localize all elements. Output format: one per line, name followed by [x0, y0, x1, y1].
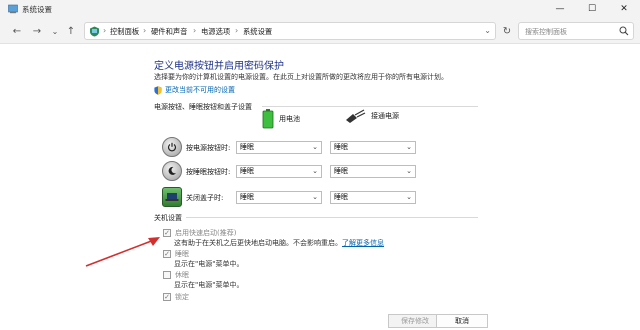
control-panel-icon [90, 26, 99, 37]
fast-startup-description: 这有助于在关机之后更快地启动电脑。不会影响重启。了解更多信息 [174, 238, 384, 248]
power-plug-icon [346, 109, 366, 123]
uac-shield-icon [154, 85, 162, 95]
sleep-checkbox[interactable]: ✓ [163, 250, 171, 258]
section-divider [186, 217, 478, 218]
chevron-down-icon: ⌄ [312, 193, 318, 201]
navigation-bar: ← → ⌄ ↑ › 控制面板 › 硬件和声音 › 电源选项 › 系统设置 ⌄ ↻… [0, 18, 640, 44]
hibernate-checkbox[interactable] [163, 271, 171, 279]
power-button-battery-select[interactable]: 睡眠 ⌄ [236, 141, 322, 154]
fast-startup-desc-text: 这有助于在关机之后更快地启动电脑。不会影响重启。 [174, 239, 342, 247]
page-title: 定义电源按钮并启用密码保护 [154, 61, 284, 72]
close-lid-battery-select[interactable]: 睡眠 ⌄ [236, 191, 322, 204]
select-value: 睡眠 [334, 143, 348, 151]
close-lid-plugged-select[interactable]: 睡眠 ⌄ [330, 191, 416, 204]
power-button-icon [162, 137, 182, 157]
cancel-button[interactable]: 取消 [436, 314, 488, 328]
search-icon [619, 26, 629, 36]
chevron-down-icon: ⌄ [406, 193, 412, 201]
breadcrumb-separator: › [235, 26, 239, 35]
sleep-button-plugged-select[interactable]: 睡眠 ⌄ [330, 165, 416, 178]
window-title: 系统设置 [22, 5, 52, 14]
plugged-column-header: 接通电源 [344, 109, 399, 123]
breadcrumb-separator: › [193, 26, 197, 35]
control-panel-icon [8, 4, 18, 14]
breadcrumb-hardware-sound[interactable]: 硬件和声音 [151, 27, 187, 37]
power-button-label: 按电源按钮时: [186, 144, 231, 152]
battery-label: 用电池 [279, 115, 300, 123]
select-value: 睡眠 [240, 167, 254, 175]
sleep-button-icon [162, 161, 182, 181]
plugged-label: 接通电源 [371, 112, 399, 120]
forward-arrow-icon[interactable]: → [30, 24, 44, 38]
up-arrow-icon[interactable]: ↑ [64, 24, 78, 38]
search-box[interactable]: 搜索控制面板 [518, 22, 634, 40]
chevron-down-icon: ⌄ [406, 167, 412, 175]
battery-column-header: 用电池 [262, 109, 300, 129]
title-bar: 系统设置 — ☐ ✕ [0, 0, 640, 18]
recent-dropdown-icon[interactable]: ⌄ [48, 24, 62, 38]
refresh-icon[interactable]: ↻ [500, 24, 514, 38]
select-value: 睡眠 [334, 167, 348, 175]
chevron-down-icon: ⌄ [312, 143, 318, 151]
select-value: 睡眠 [240, 143, 254, 151]
lock-option[interactable]: ✓ 锁定 [163, 292, 189, 302]
back-arrow-icon[interactable]: ← [10, 24, 24, 38]
sleep-option[interactable]: ✓ 睡眠 [163, 249, 189, 259]
fast-startup-label: 启用快速启动(推荐) [175, 229, 237, 237]
page-description: 选择要为你的计算机设置的电源设置。在此页上对设置所做的更改将应用于你的所有电源计… [154, 73, 448, 81]
main-content: 定义电源按钮并启用密码保护 选择要为你的计算机设置的电源设置。在此页上对设置所做… [0, 45, 640, 330]
save-changes-button[interactable]: 保存修改 [388, 314, 442, 328]
sleep-button-battery-select[interactable]: 睡眠 ⌄ [236, 165, 322, 178]
close-button[interactable]: ✕ [608, 0, 640, 18]
fast-startup-option[interactable]: ✓ 启用快速启动(推荐) [163, 228, 236, 238]
sleep-description: 显示在"电源"菜单中。 [174, 260, 244, 268]
chevron-down-icon: ⌄ [312, 167, 318, 175]
breadcrumb-separator: › [103, 26, 107, 35]
sleep-button-label: 按睡眠按钮时: [186, 168, 231, 176]
shutdown-section-title: 关机设置 [154, 214, 182, 222]
address-bar[interactable]: › 控制面板 › 硬件和声音 › 电源选项 › 系统设置 ⌄ [84, 22, 496, 40]
lock-checkbox[interactable]: ✓ [163, 293, 171, 301]
close-lid-label: 关闭盖子时: [186, 194, 224, 202]
hibernate-label: 休眠 [175, 271, 189, 279]
power-section-title: 电源按钮、睡眠按钮和盖子设置 [154, 103, 252, 111]
change-settings-label: 更改当前不可用的设置 [165, 86, 235, 94]
breadcrumb-control-panel[interactable]: 控制面板 [110, 27, 139, 37]
select-value: 睡眠 [334, 193, 348, 201]
maximize-button[interactable]: ☐ [576, 0, 608, 18]
search-placeholder: 搜索控制面板 [525, 28, 567, 36]
chevron-down-icon: ⌄ [406, 143, 412, 151]
hibernate-option[interactable]: 休眠 [163, 270, 189, 280]
breadcrumb-power-options[interactable]: 电源选项 [201, 27, 230, 37]
select-value: 睡眠 [240, 193, 254, 201]
laptop-lid-icon [162, 187, 182, 207]
sleep-label: 睡眠 [175, 250, 189, 258]
breadcrumb-system-settings[interactable]: 系统设置 [243, 27, 272, 37]
address-dropdown-icon[interactable]: ⌄ [484, 26, 491, 35]
lock-label: 锁定 [175, 293, 189, 301]
fast-startup-checkbox[interactable]: ✓ [163, 229, 171, 237]
change-settings-link[interactable]: 更改当前不可用的设置 [154, 85, 235, 95]
power-button-plugged-select[interactable]: 睡眠 ⌄ [330, 141, 416, 154]
learn-more-link[interactable]: 了解更多信息 [342, 239, 384, 247]
section-divider [262, 106, 478, 107]
battery-icon [262, 109, 274, 129]
breadcrumb-separator: › [143, 26, 147, 35]
hibernate-description: 显示在"电源"菜单中。 [174, 281, 244, 289]
minimize-button[interactable]: — [544, 0, 576, 18]
